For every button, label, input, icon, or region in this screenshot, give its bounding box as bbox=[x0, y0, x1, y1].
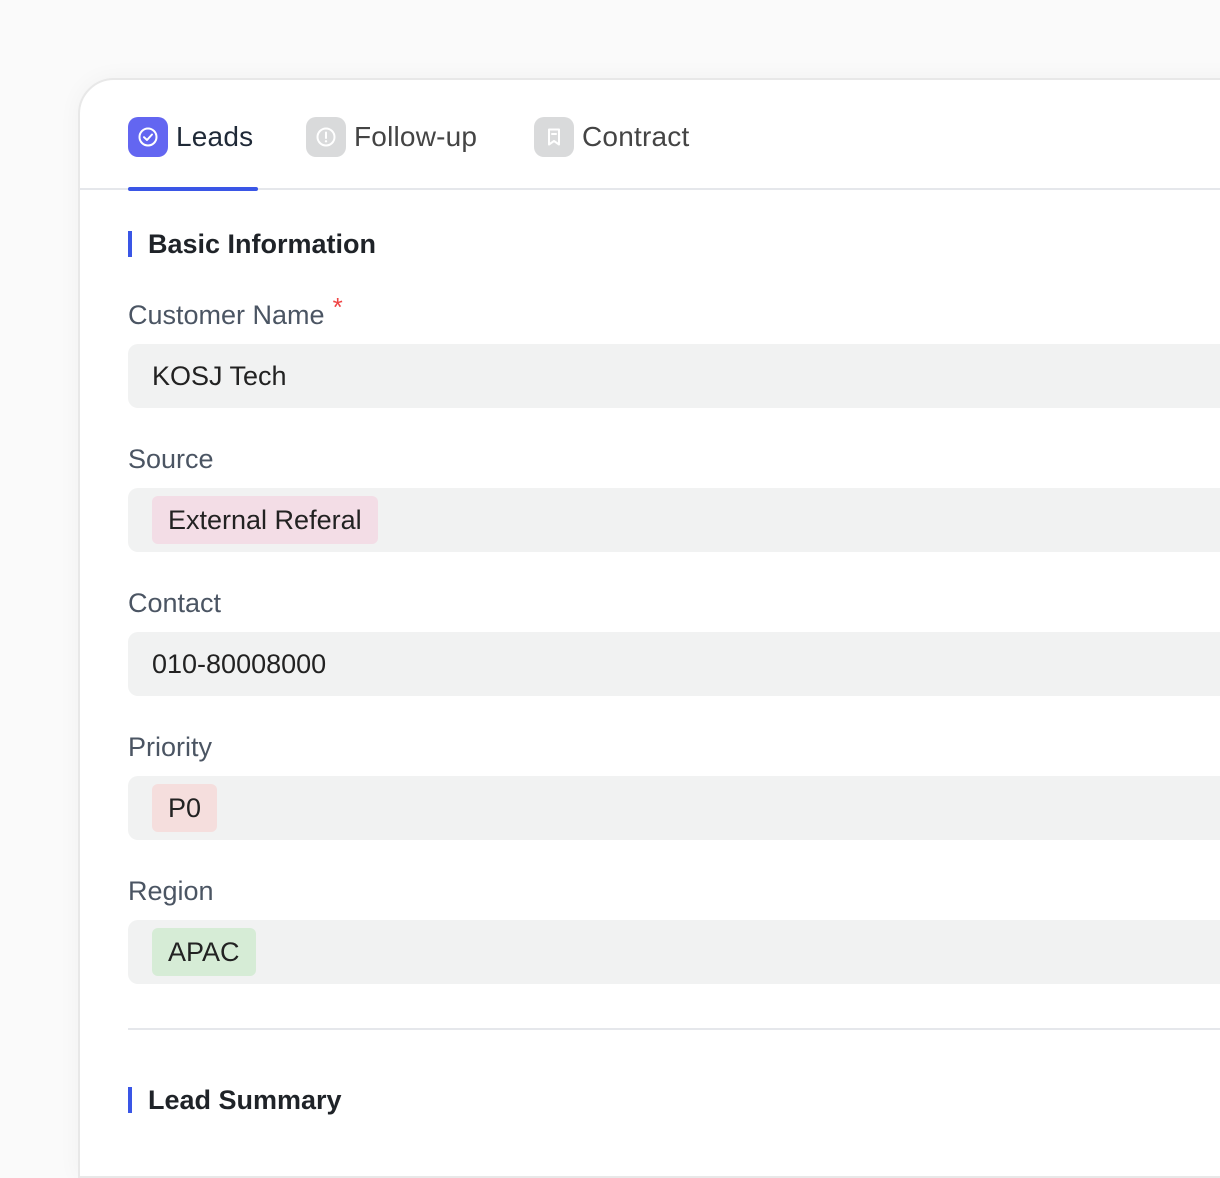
priority-label-text: Priority bbox=[128, 732, 213, 762]
check-circle-icon bbox=[128, 117, 168, 157]
contact-field[interactable]: 010-80008000 bbox=[128, 632, 1220, 696]
contact-value: 010-80008000 bbox=[152, 648, 327, 679]
alert-circle-icon bbox=[306, 117, 346, 157]
lead-form-card: Leads Follow-up Contract Basic Informati… bbox=[78, 78, 1220, 1178]
customer-name-value: KOSJ Tech bbox=[152, 360, 287, 391]
customer-name-label-text: Customer Name bbox=[128, 300, 325, 330]
required-indicator: * bbox=[332, 292, 343, 322]
region-tag[interactable]: APAC bbox=[152, 928, 256, 976]
tab-follow-up-label: Follow-up bbox=[354, 121, 478, 152]
section-accent-bar bbox=[128, 1087, 132, 1113]
tab-leads-label: Leads bbox=[176, 121, 254, 152]
source-field[interactable]: External Referal bbox=[128, 488, 1220, 552]
priority-label: Priority bbox=[128, 732, 212, 763]
section-lead-summary: Lead Summary bbox=[128, 1084, 342, 1115]
tab-contract-label: Contract bbox=[582, 121, 690, 152]
section-title: Lead Summary bbox=[148, 1084, 342, 1115]
source-tag[interactable]: External Referal bbox=[152, 496, 378, 544]
tab-contract[interactable]: Contract bbox=[534, 116, 689, 158]
tab-follow-up[interactable]: Follow-up bbox=[306, 116, 477, 158]
section-basic-information: Basic Information bbox=[128, 228, 377, 259]
customer-name-label: Customer Name * bbox=[128, 292, 343, 331]
region-label-text: Region bbox=[128, 876, 214, 906]
section-title: Basic Information bbox=[148, 228, 377, 259]
active-tab-indicator bbox=[128, 187, 258, 191]
bookmark-doc-icon bbox=[534, 117, 574, 157]
section-divider bbox=[128, 1028, 1220, 1030]
source-label: Source bbox=[128, 444, 214, 475]
source-label-text: Source bbox=[128, 444, 214, 474]
contact-label: Contact bbox=[128, 588, 221, 619]
tab-leads[interactable]: Leads bbox=[128, 116, 253, 158]
priority-tag[interactable]: P0 bbox=[152, 784, 218, 832]
region-field[interactable]: APAC bbox=[128, 920, 1220, 984]
section-accent-bar bbox=[128, 231, 132, 257]
priority-field[interactable]: P0 bbox=[128, 776, 1220, 840]
region-label: Region bbox=[128, 876, 214, 907]
tab-bar: Leads Follow-up Contract bbox=[80, 80, 1220, 191]
customer-name-field[interactable]: KOSJ Tech bbox=[128, 344, 1220, 408]
contact-label-text: Contact bbox=[128, 588, 222, 618]
